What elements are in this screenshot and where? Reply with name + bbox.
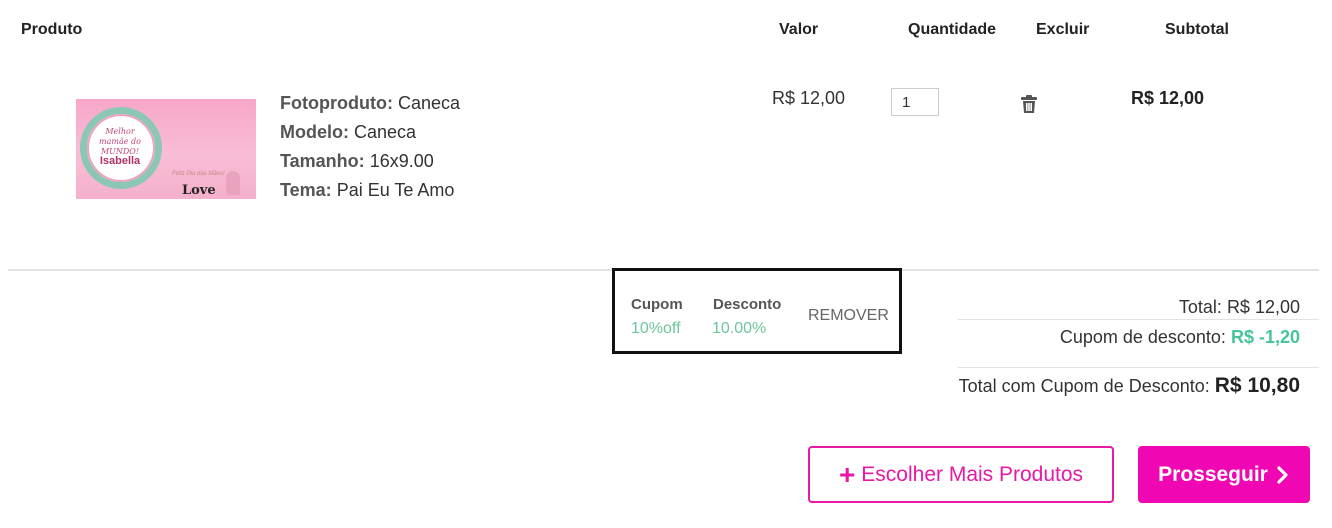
product-thumbnail: Melhor mamãe do MUNDO! Isabella Feliz Di… — [76, 99, 256, 199]
final-total-value: R$ 10,80 — [1214, 374, 1300, 397]
trash-icon[interactable] — [1019, 94, 1039, 114]
total-line: Total: R$ 12,00 — [1178, 297, 1300, 317]
chevron-right-icon — [1277, 465, 1288, 484]
coupon-box: Cupom Desconto 10%off 10.00% REMOVER — [612, 268, 902, 354]
discount-amount: R$ -1,20 — [1230, 327, 1300, 347]
quantity-input[interactable] — [891, 88, 939, 116]
coupon-value: 10%off — [631, 320, 681, 337]
choose-more-products-button[interactable]: + Escolher Mais Produtos — [808, 446, 1114, 503]
product-details: Fotoproduto: Caneca Modelo: Caneca Taman… — [280, 89, 460, 205]
final-total-line: Total com Cupom de Desconto: R$ 10,80 — [958, 374, 1300, 397]
totals-divider — [958, 319, 1319, 320]
header-valor: Valor — [779, 21, 819, 38]
coupon-label: Cupom — [631, 296, 683, 313]
header-produto: Produto — [21, 21, 83, 38]
discount-value: 10.00% — [712, 320, 767, 337]
total-value: R$ 12,00 — [1226, 297, 1300, 317]
thumbnail-tagline: Feliz Dia das Mães! — [172, 171, 225, 177]
thumbnail-name: Isabella — [99, 155, 141, 167]
remove-coupon-button[interactable]: REMOVER — [808, 307, 889, 325]
header-quantidade: Quantidade — [908, 21, 997, 38]
detail-tema: Tema: Pai Eu Te Amo — [280, 180, 455, 200]
detail-fotoproduto: Fotoproduto: Caneca — [280, 93, 461, 113]
discount-line: Cupom de desconto: R$ -1,20 — [1059, 327, 1300, 347]
detail-tamanho: Tamanho: 16x9.00 — [280, 151, 434, 171]
item-subtotal: R$ 12,00 — [1131, 88, 1205, 108]
item-valor: R$ 12,00 — [772, 88, 846, 108]
detail-modelo: Modelo: Caneca — [280, 122, 417, 142]
proceed-button[interactable]: Prosseguir — [1138, 446, 1310, 503]
girl-illustration — [226, 171, 240, 195]
discount-label: Desconto — [713, 296, 782, 313]
header-excluir: Excluir — [1036, 21, 1090, 38]
proceed-label: Prosseguir — [1158, 462, 1268, 486]
choose-more-label: Escolher Mais Produtos — [861, 462, 1084, 486]
header-subtotal: Subtotal — [1165, 21, 1229, 38]
totals-divider — [958, 367, 1319, 368]
thumbnail-line1: Melhor mamãe do MUNDO! — [99, 127, 141, 156]
thumbnail-love: Love — [182, 183, 216, 198]
plus-icon: + — [838, 458, 856, 490]
